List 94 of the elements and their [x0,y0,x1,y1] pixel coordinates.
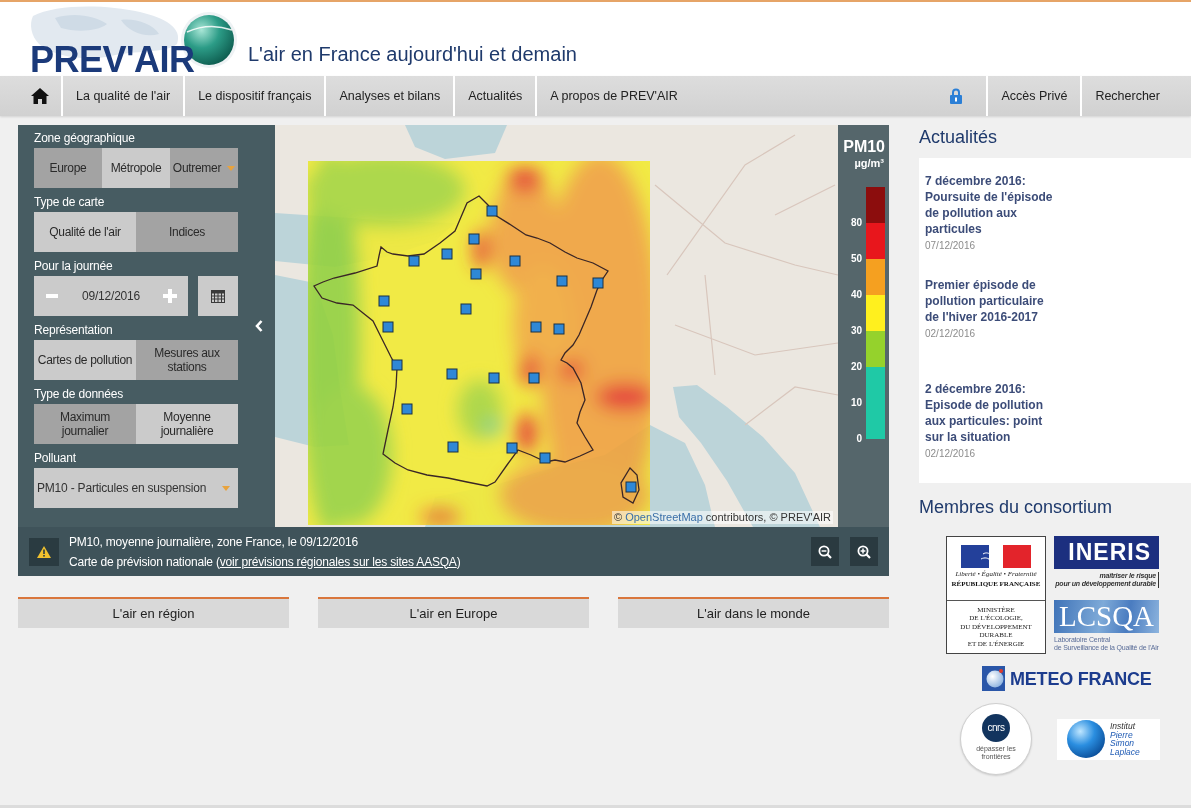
station-marker-icon[interactable] [486,205,498,217]
pollutant-select[interactable]: PM10 - Particules en suspension [34,468,238,508]
region-link-button[interactable]: L'air en région [18,597,289,628]
nav-link[interactable]: Le dispositif français [185,76,327,116]
minus-icon [46,294,58,298]
zoom-in-icon [857,544,871,559]
legend-tick-label: 80 [849,217,862,229]
zoom-out-button[interactable] [811,537,839,566]
legend-tick-label: 30 [849,325,862,337]
segment-option[interactable]: Cartes de pollution [34,340,136,380]
station-marker-icon[interactable] [468,233,480,245]
segment-option[interactable]: Outremer [170,148,238,188]
news-date: 02/12/2016 [925,447,976,461]
nav-link[interactable]: A propos de PREV'AIR [537,76,691,116]
regional-forecasts-link[interactable]: voir prévisions régionales sur les sites AASQA [219,554,457,569]
segment-option[interactable]: Europe [34,148,102,188]
nav-link[interactable]: Analyses et bilans [326,76,456,116]
station-marker-icon[interactable] [446,368,458,380]
station-marker-icon[interactable] [506,442,518,454]
map-caption: Carte de prévision nationale (voir prévisions régionales sur les sites AASQA) [69,553,461,571]
station-marker-icon[interactable] [539,452,551,464]
zoom-in-button[interactable] [850,537,878,566]
legend-tick-label: 40 [849,289,862,301]
home-icon [30,88,49,104]
lock-icon[interactable] [950,88,963,104]
sphere-icon [1067,720,1105,758]
station-marker-icon[interactable] [553,323,565,335]
logo-name: LCSQA [1054,600,1159,633]
legend-tick-label: 10 [849,397,862,409]
site-tagline: L'air en France aujourd'hui et demain [248,42,577,66]
station-marker-icon[interactable] [470,268,482,280]
segment-option[interactable]: Métropole [102,148,170,188]
station-marker-icon[interactable] [408,255,420,267]
news-title-link[interactable]: 7 décembre 2016: Poursuite de l'épisode de pollution aux particules [925,173,1055,237]
station-marker-icon[interactable] [378,295,390,307]
segment-option[interactable]: Maximum journalier [34,404,136,444]
section-label: Pour la journée [34,259,113,273]
station-marker-icon[interactable] [441,248,453,260]
calendar-button[interactable] [198,276,238,316]
zoom-out-icon [818,544,832,559]
segment-option[interactable]: Mesures aux stations [136,340,238,380]
section-label: Zone géographique [34,131,135,145]
station-marker-icon[interactable] [592,277,604,289]
station-marker-icon[interactable] [530,321,542,333]
station-marker-icon[interactable] [447,441,459,453]
station-marker-icon[interactable] [460,303,472,315]
station-marker-icon[interactable] [528,372,540,384]
segment-option[interactable]: Moyenne journalière [136,404,238,444]
station-marker-icon[interactable] [488,372,500,384]
warning-icon [29,537,59,566]
caret-icon [222,485,230,491]
station-marker-icon[interactable] [382,321,394,333]
legend-tick-label: 0 [855,433,862,445]
station-marker-icon[interactable] [556,275,568,287]
region-link-button[interactable]: L'air dans le monde [618,597,889,628]
chevron-left-icon[interactable] [255,320,263,332]
caret-icon [227,165,236,171]
calendar-icon [211,289,225,303]
legend-tick-label: 50 [849,253,862,265]
news-date: 07/12/2016 [925,239,976,253]
logo-name: cnrs [982,714,1010,742]
station-marker-icon[interactable] [391,359,403,371]
station-marker-icon[interactable] [625,481,637,493]
logo-text: Institut Pierre Simon Laplace [1110,722,1140,756]
map-caption: PM10, moyenne journalière, zone France, le 09/12/2016 [69,533,358,551]
section-label: Représentation [34,323,113,337]
nav-link[interactable]: Accès Privé [986,76,1081,116]
section-label: Type de carte [34,195,105,209]
legend-title: PM10 [843,138,885,156]
station-marker-icon[interactable] [401,403,413,415]
section-label: Polluant [34,451,76,465]
legend-tick-label: 20 [849,361,862,373]
section-heading: Actualités [919,126,998,148]
legend-unit: µg/m³ [854,156,884,170]
section-heading: Membres du consortium [919,496,1113,518]
segment-option[interactable]: Qualité de l'air [34,212,136,252]
region-link-button[interactable]: L'air en Europe [318,597,589,628]
nav-link[interactable]: La qualité de l'air [63,76,186,116]
date-value: 09/12/2016 [81,289,141,303]
flag-icon [961,545,1031,568]
station-marker-icon[interactable] [509,255,521,267]
map-attribution: © OpenStreetMap contributors, © PREV'AIR [611,511,833,524]
logo-text: PREV'AIR [30,42,195,78]
nav-link[interactable]: Actualités [455,76,538,116]
plus-icon [163,289,177,303]
logo-name: METEO FRANCE [1010,667,1152,690]
news-title-link[interactable]: Premier épisode de pollution particulaire de l'hiver 2016-2017 [925,277,1055,325]
news-title-link[interactable]: 2 décembre 2016: Episode de pollution aux particules: point sur la situation [925,381,1055,445]
news-date: 02/12/2016 [925,327,976,341]
logo-name: INERIS [1054,536,1159,569]
segment-option[interactable]: Indices [136,212,238,252]
attribution-link[interactable]: OpenStreetMap [625,511,703,523]
section-label: Type de données [34,387,124,401]
nav-link[interactable]: Rechercher [1080,76,1173,116]
